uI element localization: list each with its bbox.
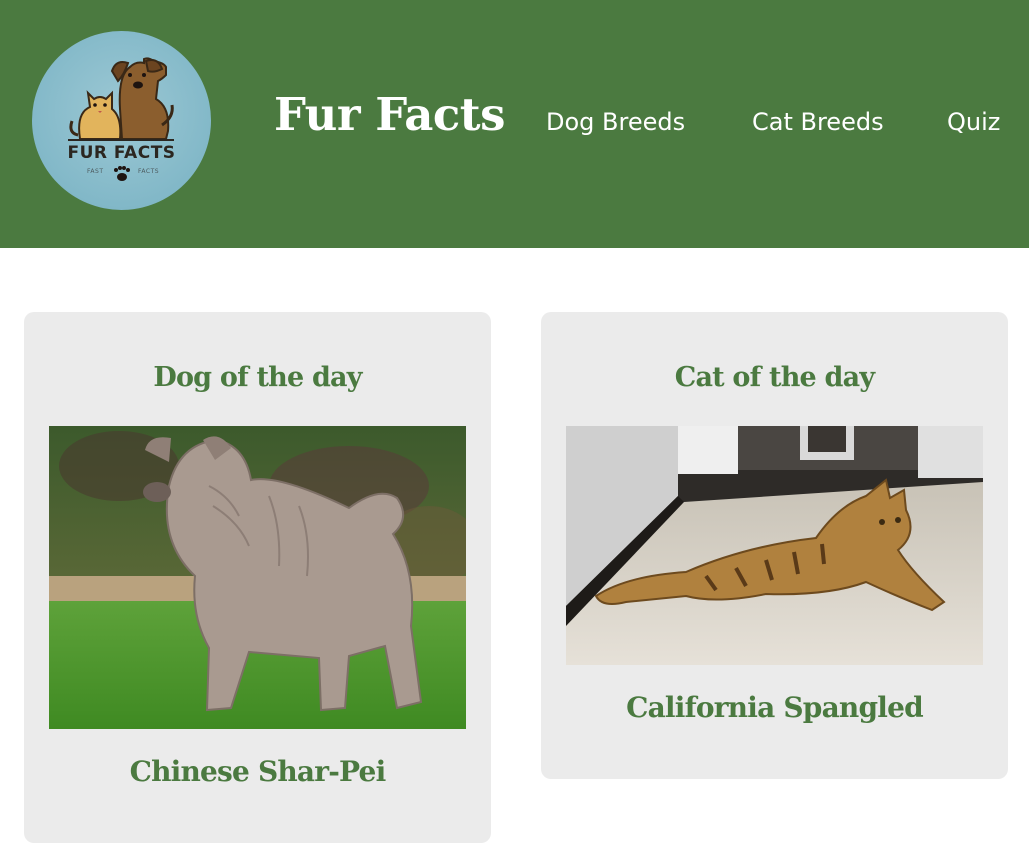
cat-of-the-day-card[interactable]: Cat of the day California Spangled: [541, 312, 1008, 779]
logo-subtext-left: FAST: [87, 168, 104, 175]
card-title: Cat of the day: [674, 362, 875, 393]
dog-and-cat-logo-icon: [68, 57, 174, 181]
shar-pei-photo[interactable]: [49, 426, 466, 729]
site-header: FUR FACTS FAST FACTS Fur Facts Dog Breed…: [0, 0, 1029, 248]
dog-of-the-day-card[interactable]: Dog of the day Chinese Shar-Pei: [24, 312, 491, 843]
spangled-cat-photo[interactable]: [566, 426, 983, 665]
site-title[interactable]: Fur Facts: [274, 92, 505, 137]
site-logo[interactable]: FUR FACTS FAST FACTS: [32, 31, 211, 210]
nav-cat-breeds[interactable]: Cat Breeds: [752, 110, 884, 134]
logo-text: FUR FACTS: [67, 143, 176, 163]
cat-breed-name[interactable]: California Spangled: [541, 694, 1008, 722]
dog-breed-name[interactable]: Chinese Shar-Pei: [24, 758, 491, 786]
nav-quiz[interactable]: Quiz: [947, 110, 1000, 134]
nav-dog-breeds[interactable]: Dog Breeds: [546, 110, 685, 134]
logo-subtext-right: FACTS: [138, 168, 160, 175]
card-title: Dog of the day: [153, 362, 362, 393]
